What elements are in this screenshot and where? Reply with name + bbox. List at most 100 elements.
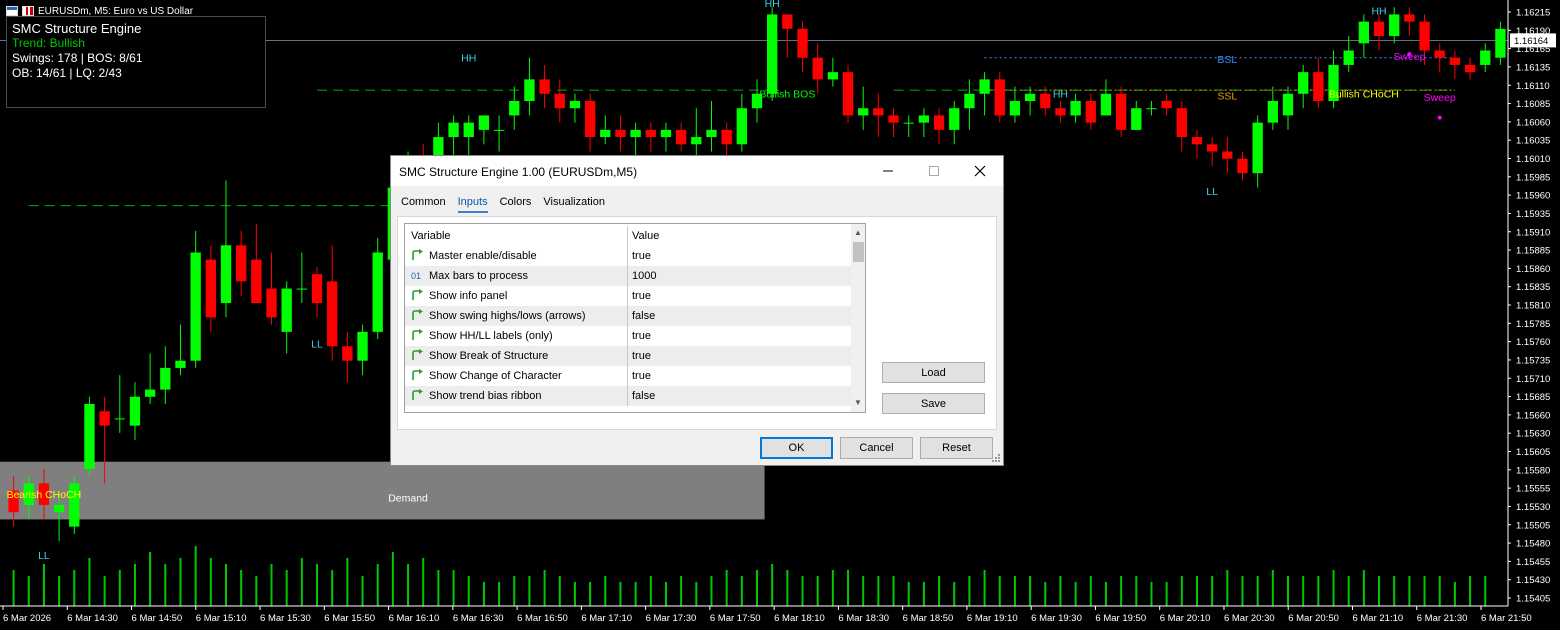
value-cell[interactable]: true	[627, 246, 651, 266]
ob-lq-stats: OB: 14/61 | LQ: 2/43	[12, 66, 122, 80]
candle	[645, 122, 656, 152]
candle	[1373, 14, 1385, 51]
candle-body	[630, 129, 641, 138]
candle	[493, 115, 505, 152]
variable-cell: Master enable/disable	[405, 248, 627, 264]
candle-body	[478, 115, 490, 130]
candle	[1358, 14, 1370, 58]
y-tick-label: 1.16010	[1516, 154, 1550, 165]
scrollbar-thumb[interactable]	[853, 242, 864, 262]
x-tick-label: 6 Mar 2026	[3, 613, 51, 624]
value-cell[interactable]: 1000	[627, 266, 656, 286]
cancel-button[interactable]: Cancel	[840, 437, 913, 459]
candle	[615, 115, 626, 152]
candle	[84, 396, 95, 477]
load-button[interactable]: Load	[882, 362, 985, 383]
ok-button[interactable]: OK	[760, 437, 833, 459]
candle	[1176, 101, 1187, 152]
candle	[342, 331, 353, 383]
table-row[interactable]: Master enable/disable true	[405, 246, 851, 266]
candle	[1404, 7, 1415, 37]
candle	[281, 281, 292, 354]
variable-name: Show info panel	[429, 290, 508, 302]
y-tick-label: 1.15405	[1516, 594, 1550, 605]
value-cell[interactable]: false	[627, 306, 655, 326]
candle	[69, 476, 80, 534]
candle	[964, 79, 975, 130]
tab-colors[interactable]: Colors	[500, 196, 532, 213]
x-tick-label: 6 Mar 20:30	[1224, 613, 1275, 624]
candle-body	[251, 259, 262, 303]
candle-body	[1009, 101, 1021, 116]
candle	[1237, 151, 1248, 181]
candle	[675, 122, 687, 152]
y-tick-label: 1.15660	[1516, 410, 1550, 421]
value-cell[interactable]: true	[627, 366, 651, 386]
candle	[114, 375, 125, 433]
table-scrollbar[interactable]: ▲ ▼	[851, 224, 865, 412]
y-tick-label: 1.15735	[1516, 355, 1550, 366]
scroll-up-icon[interactable]: ▲	[854, 228, 862, 237]
variable-cell: Show swing highs/lows (arrows)	[405, 308, 627, 324]
annotation-label: Bearish CHoCH	[7, 489, 82, 501]
candle-body	[1040, 93, 1051, 109]
save-button[interactable]: Save	[882, 393, 985, 414]
candle-body	[615, 129, 626, 138]
table-row[interactable]: Show info panel true	[405, 286, 851, 306]
candle	[797, 21, 808, 73]
table-row[interactable]: Show Break of Structure true	[405, 346, 851, 366]
candle-body	[1419, 21, 1430, 51]
table-row[interactable]: Show swing highs/lows (arrows) false	[405, 306, 851, 326]
candle	[524, 57, 535, 116]
candle-body	[1176, 108, 1187, 138]
chart-window-icon[interactable]	[6, 6, 18, 16]
value-column-header[interactable]: Value	[627, 226, 659, 246]
candle	[266, 252, 277, 325]
candle-body	[645, 129, 656, 138]
candle-body	[797, 28, 808, 58]
y-tick-label: 1.16135	[1516, 62, 1550, 73]
candle-body	[1480, 50, 1491, 65]
value-cell[interactable]: true	[627, 326, 651, 346]
table-row[interactable]: Show HH/LL labels (only) true	[405, 326, 851, 346]
x-tick-label: 6 Mar 19:30	[1031, 613, 1082, 624]
candle-body	[721, 129, 732, 145]
value-cell[interactable]: true	[627, 346, 651, 366]
variable-column-header[interactable]: Variable	[405, 230, 627, 242]
value-cell[interactable]: false	[627, 386, 655, 406]
value-cell[interactable]: true	[627, 286, 651, 306]
reset-button[interactable]: Reset	[920, 437, 993, 459]
variable-name: Show HH/LL labels (only)	[429, 330, 553, 342]
candle	[357, 324, 368, 376]
annotation-label: LL	[38, 550, 50, 562]
x-tick-label: 6 Mar 20:50	[1288, 613, 1339, 624]
close-button[interactable]	[957, 156, 1003, 186]
table-row[interactable]: Show trend bias ribbon false	[405, 386, 851, 406]
tab-common[interactable]: Common	[401, 196, 446, 213]
tab-visualization[interactable]: Visualization	[543, 196, 605, 213]
candle-body	[1206, 144, 1218, 152]
candle-body	[827, 72, 839, 80]
candle-body	[1191, 137, 1203, 145]
candle	[782, 14, 793, 58]
y-tick-label: 1.15810	[1516, 301, 1550, 312]
indicator-list-icon[interactable]	[22, 6, 34, 16]
table-row[interactable]: Show Change of Character true	[405, 366, 851, 386]
tab-inputs[interactable]: Inputs	[457, 196, 488, 213]
candle	[1070, 93, 1081, 123]
y-tick-label: 1.15480	[1516, 539, 1550, 550]
candle	[1131, 101, 1142, 130]
scroll-down-icon[interactable]: ▼	[854, 398, 862, 407]
candle-body	[1358, 21, 1370, 44]
dialog-titlebar[interactable]: SMC Structure Engine 1.00 (EURUSDm,M5)	[391, 156, 1003, 186]
candle-body	[266, 288, 277, 318]
annotation-label: Demand	[388, 492, 428, 504]
minimize-button[interactable]	[865, 156, 911, 186]
candle	[1146, 101, 1157, 116]
candle	[509, 86, 520, 130]
candle-body	[706, 129, 717, 138]
candle	[1206, 137, 1218, 166]
maximize-button[interactable]	[911, 156, 957, 186]
table-row[interactable]: 01 Max bars to process 1000	[405, 266, 851, 286]
resize-grip-icon[interactable]	[991, 453, 1001, 463]
